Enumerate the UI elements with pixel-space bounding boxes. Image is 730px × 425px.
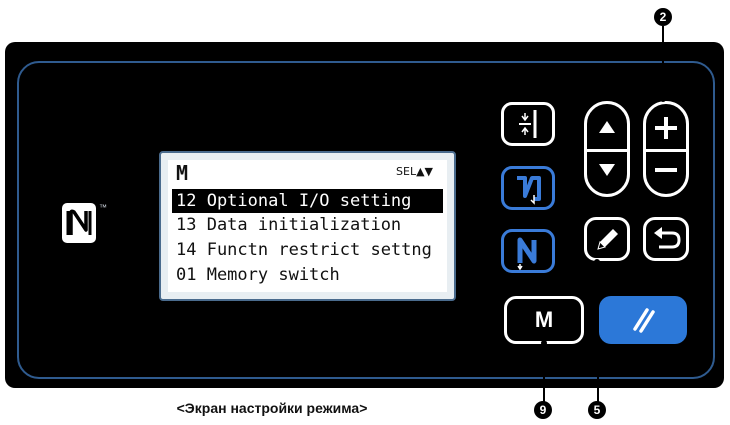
caption: <Экран настройки режима>	[0, 400, 730, 416]
return-icon	[654, 227, 681, 249]
thread-check-button[interactable]	[501, 166, 555, 210]
menu-item-data-init[interactable]: 13 Data initialization	[172, 213, 443, 237]
callout-line	[662, 26, 664, 98]
callout-2: 2	[654, 8, 672, 26]
lcd-screen: M SEL▲▼ 12 Optional I/O setting 13 Data …	[168, 160, 447, 292]
menu-item-memory-switch[interactable]: 01 Memory switch	[172, 263, 443, 287]
edit-button[interactable]	[584, 217, 630, 261]
thread-icon	[517, 237, 537, 270]
reset-icon	[633, 308, 655, 333]
presser-foot-button[interactable]	[501, 102, 555, 146]
callout-line	[543, 343, 545, 403]
thread-check-icon	[517, 176, 541, 205]
lcd-display: M SEL▲▼ 12 Optional I/O setting 13 Data …	[159, 151, 456, 301]
callout-dot	[541, 340, 547, 346]
callout-line	[597, 264, 599, 404]
nfc-icon	[62, 203, 96, 243]
key-divider	[587, 149, 627, 152]
key-divider	[646, 149, 686, 152]
plus-icon[interactable]	[655, 117, 677, 139]
callout-dot	[660, 96, 666, 102]
menu-item-function-restrict[interactable]: 14 Functn restrict settng	[172, 238, 443, 262]
mode-header: M	[176, 161, 189, 185]
caption-text: <Экран настройки режима>	[176, 400, 368, 416]
thread-button[interactable]	[501, 229, 555, 273]
pencil-icon	[597, 229, 618, 250]
plus-minus-keys	[643, 101, 689, 197]
mode-button[interactable]: M	[504, 296, 584, 344]
select-indicator: SEL▲▼	[396, 165, 433, 178]
reset-button[interactable]	[599, 296, 687, 344]
up-down-keys	[584, 101, 630, 197]
arrow-down-icon[interactable]	[599, 164, 615, 176]
presser-foot-icon	[519, 110, 537, 138]
return-button[interactable]	[643, 217, 689, 261]
menu-item-optional-io[interactable]: 12 Optional I/O setting	[172, 189, 443, 213]
arrow-up-icon[interactable]	[599, 121, 615, 133]
callout-dot	[594, 259, 600, 265]
trademark-mark: ™	[99, 203, 107, 212]
